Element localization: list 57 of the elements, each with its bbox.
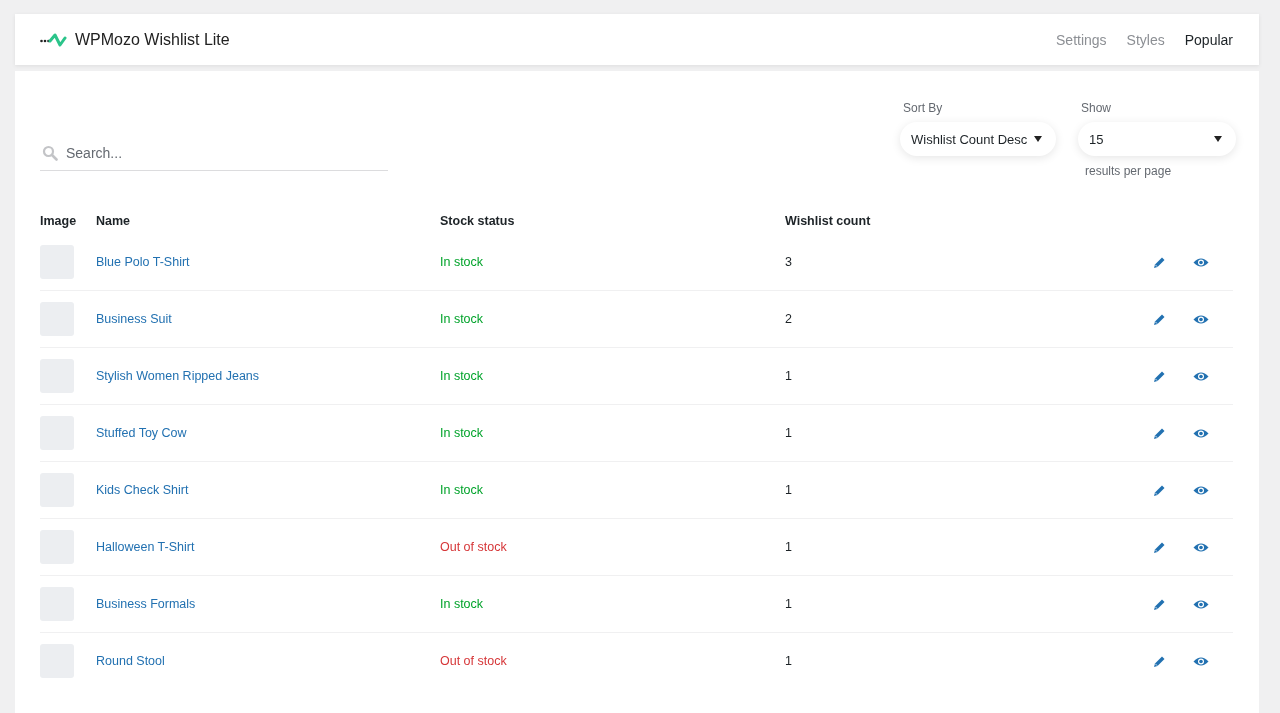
column-header: Wishlist count: [785, 214, 872, 230]
column-header: Image: [40, 214, 96, 234]
product-link[interactable]: Business Formals: [96, 597, 196, 611]
caret-icon: [1034, 136, 1042, 142]
nav-link[interactable]: Styles: [1126, 31, 1165, 48]
stock-status: In stock: [440, 255, 484, 269]
product-link[interactable]: Business Suit: [96, 312, 172, 326]
wishlist-count: 1: [785, 369, 792, 383]
eye-icon[interactable]: [1193, 427, 1209, 439]
product-link[interactable]: Stylish Women Ripped Jeans: [96, 369, 260, 383]
search-icon: [42, 145, 58, 161]
product-link[interactable]: Blue Polo T-Shirt: [96, 255, 190, 269]
stock-status: In stock: [440, 597, 484, 611]
wishlist-count: 1: [785, 426, 792, 440]
wishlist-count: 3: [785, 255, 792, 269]
pencil-icon[interactable]: [1153, 255, 1166, 269]
product-link[interactable]: Stuffed Toy Cow: [96, 426, 187, 440]
wishlist-count: 1: [785, 483, 792, 497]
column-header: Stock status: [440, 214, 785, 234]
per-page-dropdown[interactable]: 15: [1078, 122, 1236, 156]
stock-status: In stock: [440, 369, 484, 383]
wishlist-count: 1: [785, 540, 792, 554]
logo-icon: [40, 32, 67, 47]
stock-status: In stock: [440, 483, 484, 497]
eye-icon[interactable]: [1193, 370, 1209, 382]
eye-icon[interactable]: [1193, 598, 1209, 610]
wishlist-count: 1: [785, 597, 792, 611]
pencil-icon[interactable]: [1153, 312, 1166, 326]
app-title: WPMozo Wishlist Lite: [75, 30, 230, 49]
product-link[interactable]: Round Stool: [96, 654, 165, 668]
stock-status: Out of stock: [440, 540, 507, 554]
eye-icon[interactable]: [1193, 541, 1209, 553]
eye-icon[interactable]: [1193, 256, 1209, 268]
stock-status: In stock: [440, 312, 484, 326]
stock-status: Out of stock: [440, 654, 507, 668]
sort-dropdown[interactable]: Wishlist Count Desc: [900, 122, 1056, 156]
stock-status: In stock: [440, 426, 484, 440]
pencil-icon[interactable]: [1153, 540, 1166, 554]
eye-icon[interactable]: [1193, 655, 1209, 667]
sort-label: Sort By: [903, 101, 943, 115]
caret-icon: [1214, 136, 1222, 142]
eye-icon[interactable]: [1193, 484, 1209, 496]
pencil-icon[interactable]: [1153, 426, 1166, 440]
nav-link[interactable]: Settings: [1056, 31, 1107, 48]
product-link[interactable]: Halloween T-Shirt: [96, 540, 195, 554]
eye-icon[interactable]: [1193, 313, 1209, 325]
pencil-icon[interactable]: [1153, 654, 1166, 668]
column-header: Name: [96, 214, 440, 234]
per-page-hint: results per page: [1085, 164, 1172, 178]
pencil-icon[interactable]: [1153, 597, 1166, 611]
nav-link[interactable]: Popular: [1184, 31, 1233, 48]
product-link[interactable]: Kids Check Shirt: [96, 483, 189, 497]
show-label: Show: [1081, 101, 1112, 115]
wishlist-count: 1: [785, 654, 792, 668]
pencil-icon[interactable]: [1153, 369, 1166, 383]
pencil-icon[interactable]: [1153, 483, 1166, 497]
wishlist-count: 2: [785, 312, 792, 326]
